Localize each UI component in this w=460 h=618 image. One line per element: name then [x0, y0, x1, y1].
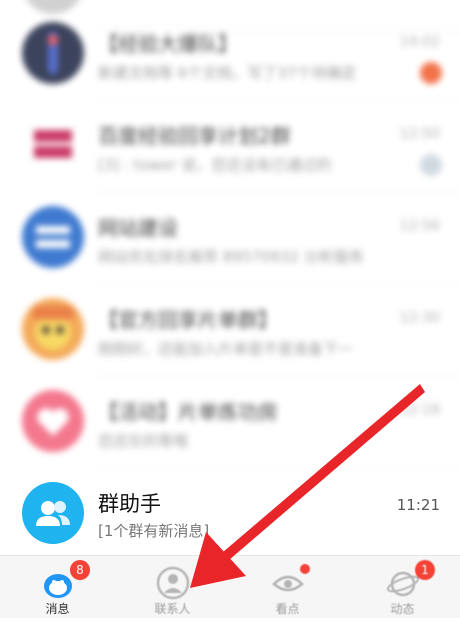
chat-time: 12:30	[399, 310, 440, 326]
muted-badge	[420, 154, 442, 176]
chat-row[interactable]: 【活动】片单炼功房 您还在的等哦 12:18	[0, 376, 460, 468]
avatar	[22, 298, 84, 360]
chat-preview: 新建文档等 6个文档，写了37个待确定	[98, 64, 357, 82]
tab-feeds[interactable]: 1 动态	[345, 556, 460, 618]
chat-time: 12:18	[399, 402, 440, 418]
tab-label: 动态	[390, 602, 415, 616]
discover-dot-badge	[300, 564, 310, 574]
tab-label: 消息	[45, 602, 70, 616]
chat-time: 14:02	[399, 34, 440, 50]
chat-name: 【官方回享片单群】	[98, 308, 278, 332]
chat-preview: 刚刚好，还能加入片单是不是准备下一	[98, 340, 354, 358]
chat-time: 12:56	[399, 218, 440, 234]
chat-name: 【经验大爆队】	[98, 32, 238, 56]
messages-unread-badge: 8	[70, 560, 90, 580]
tab-contacts[interactable]: 联系人	[115, 556, 230, 618]
eye-watch-icon	[271, 575, 304, 592]
avatar	[22, 22, 84, 84]
tab-messages[interactable]: 8 消息	[0, 556, 115, 618]
chat-row[interactable]: 【经验大爆队】 新建文档等 6个文档，写了37个待确定 14:02	[0, 8, 460, 100]
bottom-tab-bar: 8 消息 联系人 看点 1 动态	[0, 555, 460, 618]
chat-preview: [1个群有新消息]	[98, 522, 210, 540]
avatar	[22, 206, 84, 268]
feeds-unread-badge: 1	[415, 560, 435, 580]
chat-preview: 网站优化排名推荐 89570932 分析服务	[98, 248, 364, 266]
chat-name: 百度经验回享计划2群	[98, 124, 291, 148]
chat-row[interactable]: 网站建设 网站优化排名推荐 89570932 分析服务 12:56	[0, 192, 460, 284]
avatar	[22, 114, 84, 176]
tab-label: 联系人	[154, 602, 191, 616]
chat-name: 【活动】片单炼功房	[98, 400, 278, 424]
chat-preview: 您还在的等哦	[98, 432, 189, 450]
chat-name: 网站建设	[98, 216, 178, 240]
chat-row-group-assistant[interactable]: 群助手 [1个群有新消息] 11:21	[0, 468, 460, 560]
chat-row[interactable]: 百度经验回享计划2群 [3] : tower 说，您还没有已通过的 12:50	[0, 100, 460, 192]
group-people-icon	[36, 501, 70, 526]
chat-name: 群助手	[98, 492, 161, 516]
chat-preview: [3] : tower 说，您还没有已通过的	[98, 156, 332, 174]
avatar	[22, 390, 84, 452]
tab-label: 看点	[275, 602, 300, 616]
tab-discover[interactable]: 看点	[230, 556, 345, 618]
chat-time: 12:50	[399, 126, 440, 142]
contacts-person-icon	[156, 566, 189, 600]
group-assistant-avatar	[22, 482, 84, 544]
chat-row[interactable]: 【官方回享片单群】 刚刚好，还能加入片单是不是准备下一 12:30	[0, 284, 460, 376]
chat-time: 11:21	[396, 496, 440, 514]
unread-badge	[420, 62, 442, 84]
